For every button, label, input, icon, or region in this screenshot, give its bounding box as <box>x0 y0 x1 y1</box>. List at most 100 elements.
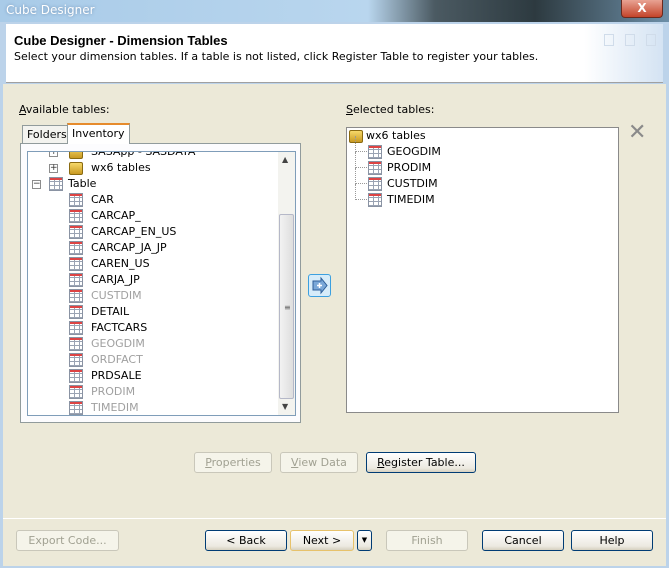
tree-item-table[interactable]: ORDFACT <box>28 352 278 368</box>
collapse-icon[interactable]: − <box>32 180 41 189</box>
selected-tables-tree[interactable]: wx6 tables GEOGDIM PRODIM CUSTDIM TIMEDIM <box>346 127 619 413</box>
footer-divider <box>3 518 666 519</box>
table-icon <box>368 193 382 207</box>
vertical-scrollbar[interactable]: ▲ ≡ ▼ <box>278 152 295 415</box>
table-icon <box>69 385 83 399</box>
wizard-header: Cube Designer - Dimension Tables Select … <box>6 24 663 83</box>
table-icon <box>69 401 83 415</box>
tree-item-library[interactable]: + wx6 tables <box>28 160 278 176</box>
back-button[interactable]: < Back <box>205 530 287 551</box>
table-icon <box>368 177 382 191</box>
tree-item-table[interactable]: CARJA_JP <box>28 272 278 288</box>
tree-item-label: DETAIL <box>91 305 130 318</box>
scroll-down-icon[interactable]: ▼ <box>282 402 288 411</box>
table-icon <box>69 337 83 351</box>
tree-item-label: CARCAP_EN_US <box>91 225 177 238</box>
tree-item-table[interactable]: TIMEDIM <box>28 400 278 415</box>
scroll-up-icon[interactable]: ▲ <box>282 155 288 164</box>
tree-item-label: CAR <box>91 193 114 206</box>
view-data-button[interactable]: View Data <box>280 452 358 473</box>
table-icon <box>69 289 83 303</box>
tree-item-label: SASApp - SASDATA <box>91 151 196 158</box>
tab-inventory[interactable]: Inventory <box>67 123 130 144</box>
tree-item-table[interactable]: CAREN_US <box>28 256 278 272</box>
scrollbar-thumb[interactable]: ≡ <box>279 214 294 399</box>
tree-item-label: PRODIM <box>91 385 136 398</box>
available-tables-tree[interactable]: + SASApp - SASDATA + wx6 tables − Table CAR CAR… <box>27 151 296 416</box>
tree-item-label: CAREN_US <box>91 257 150 270</box>
tree-item-label: PRDSALE <box>91 369 142 382</box>
tree-item-label: TIMEDIM <box>387 193 435 206</box>
export-code-button[interactable]: Export Code... <box>16 530 119 551</box>
tree-item-table[interactable]: PRDSALE <box>28 368 278 384</box>
selected-library[interactable]: wx6 tables <box>347 128 597 144</box>
selected-table-item[interactable]: PRODIM <box>347 152 597 176</box>
tab-folders[interactable]: Folders <box>22 125 72 144</box>
library-icon <box>69 162 83 175</box>
expand-icon[interactable]: + <box>49 164 58 173</box>
tree-item-label: CUSTDIM <box>91 289 142 302</box>
page-subtitle: Select your dimension tables. If a table… <box>14 50 539 63</box>
next-dropdown-button[interactable]: ▼ <box>357 530 372 551</box>
table-icon <box>69 305 83 319</box>
table-icon <box>49 177 63 191</box>
table-icon <box>69 241 83 255</box>
tree-item-label: GEOGDIM <box>91 337 145 350</box>
tree-item-table[interactable]: CARCAP_ <box>28 208 278 224</box>
tree-item-label: wx6 tables <box>366 129 426 142</box>
selected-tables-label: Selected tables: <box>346 103 435 116</box>
decor-square-icon <box>604 34 614 46</box>
register-table-button[interactable]: Register Table... <box>366 452 476 473</box>
tree-item-label: CARCAP_ <box>91 209 141 222</box>
tree-item-label: GEOGDIM <box>387 145 441 158</box>
table-icon <box>69 321 83 335</box>
tree-item-label: CUSTDIM <box>387 177 438 190</box>
table-icon <box>69 369 83 383</box>
selected-table-item[interactable]: CUSTDIM <box>347 168 597 192</box>
table-icon <box>69 225 83 239</box>
close-button[interactable]: X <box>621 0 663 18</box>
tree-item-label: CARCAP_JA_JP <box>91 241 167 254</box>
tree-item-label: wx6 tables <box>91 161 151 174</box>
tree-item-label: TIMEDIM <box>91 401 139 414</box>
arrow-right-add-icon <box>312 276 328 295</box>
table-icon <box>69 353 83 367</box>
next-button[interactable]: Next > <box>290 530 354 551</box>
table-icon <box>368 145 382 159</box>
help-button[interactable]: Help <box>571 530 653 551</box>
tree-item-table[interactable]: PRODIM <box>28 384 278 400</box>
library-icon <box>69 152 83 159</box>
finish-button[interactable]: Finish <box>386 530 468 551</box>
table-icon <box>368 161 382 175</box>
tree-item-label: FACTCARS <box>91 321 148 334</box>
cancel-button[interactable]: Cancel <box>482 530 564 551</box>
tree-item-table-group[interactable]: − Table <box>28 176 278 192</box>
window-title: Cube Designer <box>6 3 95 17</box>
remove-table-icon[interactable]: ✕ <box>628 120 646 145</box>
tree-item[interactable]: + SASApp - SASDATA <box>28 151 278 160</box>
table-icon <box>69 193 83 207</box>
available-tables-label: Available tables: <box>19 103 110 116</box>
page-title: Cube Designer - Dimension Tables <box>14 33 228 48</box>
tree-item-label: PRODIM <box>387 161 432 174</box>
table-icon <box>69 209 83 223</box>
tree-item-table[interactable]: CUSTDIM <box>28 288 278 304</box>
tree-item-label: ORDFACT <box>91 353 143 366</box>
tree-item-table[interactable]: GEOGDIM <box>28 336 278 352</box>
tree-item-table[interactable]: CARCAP_JA_JP <box>28 240 278 256</box>
tree-item-table[interactable]: DETAIL <box>28 304 278 320</box>
tree-item-table[interactable]: CAR <box>28 192 278 208</box>
table-icon <box>69 273 83 287</box>
title-bar <box>0 0 669 22</box>
add-table-button[interactable] <box>308 274 331 297</box>
selected-table-item[interactable]: GEOGDIM <box>347 136 597 160</box>
properties-button[interactable]: Properties <box>194 452 272 473</box>
decor-square-icon <box>625 34 635 46</box>
selected-table-item[interactable]: TIMEDIM <box>347 184 597 208</box>
expand-icon[interactable]: + <box>49 152 58 157</box>
tree-item-table[interactable]: FACTCARS <box>28 320 278 336</box>
decor-square-icon <box>646 34 656 46</box>
tree-item-label: CARJA_JP <box>91 273 140 286</box>
tree-item-table[interactable]: CARCAP_EN_US <box>28 224 278 240</box>
table-icon <box>69 257 83 271</box>
